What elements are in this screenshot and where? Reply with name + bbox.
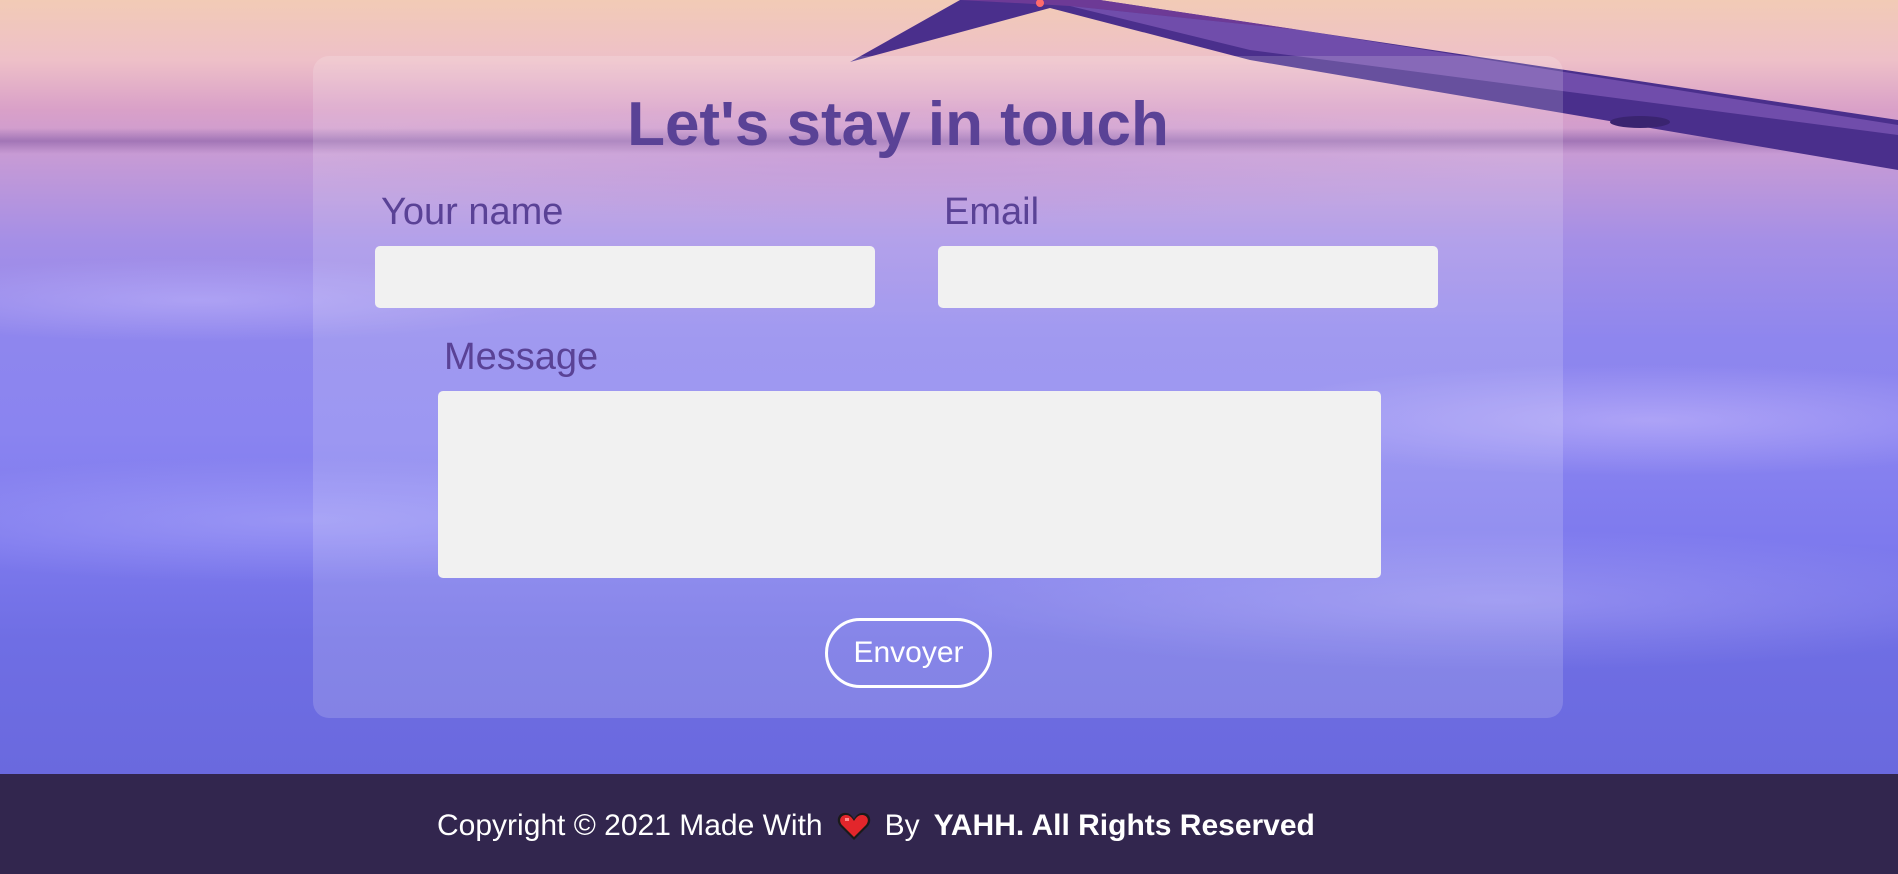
- email-input[interactable]: [938, 246, 1438, 308]
- send-button[interactable]: Envoyer: [825, 618, 992, 688]
- name-input[interactable]: [375, 246, 875, 308]
- message-label: Message: [444, 336, 599, 378]
- message-textarea[interactable]: [438, 391, 1381, 578]
- heart-icon: [837, 811, 871, 841]
- contact-page: Let's stay in touch Your name Email Mess…: [0, 0, 1898, 874]
- brand-text: YAHH. All Rights Reserved: [933, 809, 1315, 842]
- page-title: Let's stay in touch: [627, 90, 1169, 159]
- email-label: Email: [944, 191, 1040, 233]
- name-label: Your name: [381, 191, 564, 233]
- by-text: By: [884, 809, 920, 842]
- footer-copyright: Copyright © 2021 Made With By YAHH. All …: [437, 806, 1315, 846]
- copyright-text: Copyright © 2021 Made With: [437, 809, 823, 842]
